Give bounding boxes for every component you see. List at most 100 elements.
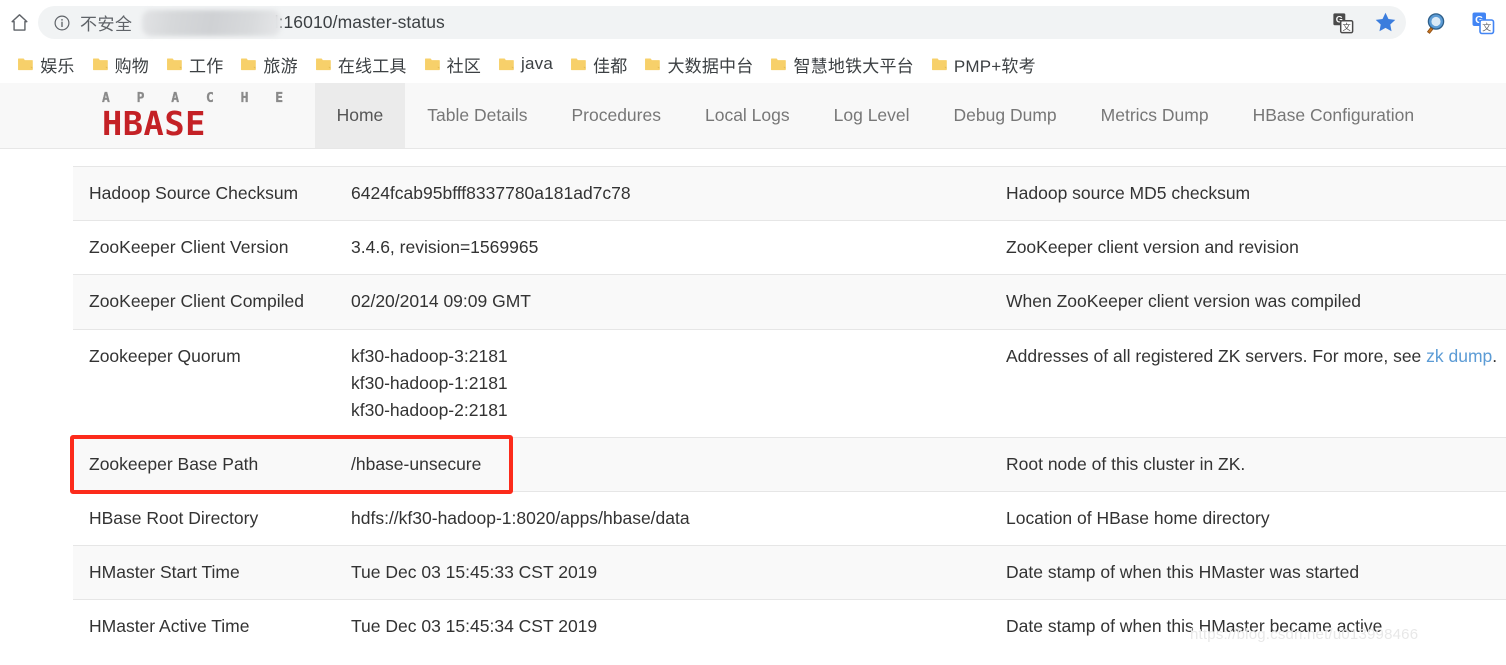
folder-icon xyxy=(499,58,514,71)
attribute-value-line: kf30-hadoop-1:2181 xyxy=(351,372,508,393)
nav-item-debug-dump[interactable]: Debug Dump xyxy=(932,83,1079,148)
bookmark-item[interactable]: 购物 xyxy=(84,49,158,80)
attribute-description: Root node of this cluster in ZK. xyxy=(990,436,1506,492)
home-button[interactable] xyxy=(4,8,34,38)
bookmark-item[interactable]: 大数据中台 xyxy=(636,49,762,80)
folder-icon xyxy=(241,58,257,71)
table-row: HBase Root Directory hdfs://kf30-hadoop-1… xyxy=(73,490,1506,546)
attribute-description: ZooKeeper client version and revision xyxy=(990,220,1506,275)
folder-icon xyxy=(167,58,182,71)
attribute-description: Addresses of all registered ZK servers. … xyxy=(990,328,1506,438)
attributes-table: Hadoop Compiled2014-06-03T23:03Z, kashaW… xyxy=(73,149,1506,654)
attribute-value: 02/20/2014 09:09 GMT xyxy=(335,274,990,329)
hbase-nav-items: Home Table Details Procedures Local Logs Log… xyxy=(314,83,1506,148)
attribute-value: kf30-hadoop-3:2181 kf30-hadoop-1:2181 kf30… xyxy=(335,328,990,438)
bookmark-item[interactable]: java xyxy=(490,51,562,77)
info-circle-icon[interactable] xyxy=(52,13,71,32)
table-row: ZooKeeper Client Version 3.4.6, revision=… xyxy=(73,220,1506,275)
attribute-name: Zookeeper Base Path xyxy=(73,436,335,492)
attribute-description: Date stamp of when this HMaster was star… xyxy=(990,545,1506,600)
zk-dump-link[interactable]: zk dump xyxy=(1426,346,1492,366)
address-bar[interactable]: 不安全 l:16010/master-status G 文 xyxy=(38,6,1406,39)
bookmark-label: java xyxy=(521,54,554,73)
attributes-panel: Hadoop Compiled2014-06-03T23:03Z, kashaW… xyxy=(0,149,1506,665)
attribute-description: Date stamp of when this HMaster became a… xyxy=(990,599,1506,654)
bookmark-item[interactable]: 社区 xyxy=(416,49,490,80)
security-label: 不安全 xyxy=(80,15,133,34)
home-icon xyxy=(10,14,28,31)
table-row: ZooKeeper Client Compiled 02/20/2014 09:0… xyxy=(73,274,1506,329)
attribute-name: Hadoop Compiled xyxy=(73,149,335,167)
bookmark-label: PMP+软考 xyxy=(953,56,1036,76)
folder-icon xyxy=(18,58,33,71)
bookmark-label: 购物 xyxy=(114,56,150,76)
folder-icon xyxy=(645,58,661,71)
folder-icon xyxy=(931,58,947,71)
folder-icon xyxy=(424,58,440,71)
attribute-name: ZooKeeper Client Compiled xyxy=(73,274,335,329)
translate-extension-icon[interactable]: G 文 xyxy=(1470,10,1496,36)
bookmark-label: 工作 xyxy=(189,56,224,76)
attribute-name: Hadoop Source Checksum xyxy=(73,166,335,221)
attribute-value-line: kf30-hadoop-3:2181 xyxy=(351,345,508,366)
attribute-value: 3.4.6, revision=1569965 xyxy=(335,220,990,275)
nav-item-table-details[interactable]: Table Details xyxy=(405,83,549,148)
bookmark-item[interactable]: 娱乐 xyxy=(9,49,83,80)
attribute-value: 6424fcab95bfff8337780a181ad7c78 xyxy=(335,166,990,221)
extension-toolbar: G 文 xyxy=(1424,10,1496,36)
url-text: l:16010/master-status xyxy=(274,12,445,32)
svg-text:文: 文 xyxy=(1482,21,1491,32)
attribute-value: Tue Dec 03 15:45:34 CST 2019 xyxy=(335,599,990,654)
nav-item-local-logs[interactable]: Local Logs xyxy=(683,83,812,148)
nav-item-home[interactable]: Home xyxy=(314,83,406,148)
table-row: Zookeeper Quorum kf30-hadoop-3:2181 kf30-h… xyxy=(73,328,1506,438)
browser-chrome: 不安全 l:16010/master-status G 文 G 文 娱乐 购物 … xyxy=(0,0,1506,83)
nav-item-hbase-configuration[interactable]: HBase Configuration xyxy=(1231,83,1436,148)
bookmark-label: 社区 xyxy=(446,56,482,76)
table-row: HMaster Start Time Tue Dec 03 15:45:33 CS… xyxy=(73,545,1506,600)
attribute-value: 2014-06-03T23:03Z, kasha xyxy=(335,149,990,167)
bookmark-item[interactable]: PMP+软考 xyxy=(923,49,1045,80)
attribute-name: HMaster Active Time xyxy=(73,599,335,654)
bookmark-label: 智慧地铁大平台 xyxy=(793,56,914,76)
attribute-name: ZooKeeper Client Version xyxy=(73,220,335,275)
bookmark-item[interactable]: 活 xyxy=(0,49,9,80)
attribute-description: Location of HBase home directory xyxy=(990,490,1506,546)
bookmark-label: 大数据中台 xyxy=(667,56,754,76)
bookmark-item[interactable]: 在线工具 xyxy=(307,49,416,80)
table-row: Zookeeper Base Path/hbase-unsecure Root n… xyxy=(73,436,1506,492)
bookmark-label: 佳都 xyxy=(593,56,628,76)
translate-icon[interactable]: G 文 xyxy=(1330,10,1356,36)
nav-item-metrics-dump[interactable]: Metrics Dump xyxy=(1079,83,1231,148)
attribute-value: Tue Dec 03 15:45:33 CST 2019 xyxy=(335,545,990,600)
bookmark-item[interactable]: 旅游 xyxy=(232,49,306,80)
attribute-value: hdfs://kf30-hadoop-1:8020/apps/hbase/dat… xyxy=(335,490,990,546)
folder-icon xyxy=(315,58,331,71)
bookmark-label: 娱乐 xyxy=(40,56,75,76)
attribute-description: When Hadoop version was compiled and by … xyxy=(990,149,1506,167)
folder-icon xyxy=(771,58,787,71)
nav-item-log-level[interactable]: Log Level xyxy=(812,83,932,148)
folder-icon xyxy=(92,58,108,71)
omnibox-row: 不安全 l:16010/master-status G 文 G 文 xyxy=(0,0,1506,45)
attribute-name: HBase Root Directory xyxy=(73,490,335,546)
magnifier-extension-icon[interactable] xyxy=(1424,10,1450,36)
star-icon[interactable] xyxy=(1372,10,1398,36)
attribute-value: /hbase-unsecure xyxy=(335,436,990,492)
svg-text:文: 文 xyxy=(1343,21,1351,31)
bookmark-item[interactable]: 智慧地铁大平台 xyxy=(762,49,922,80)
hbase-navbar: A P A C H E HBASE Home Table Details Proce… xyxy=(0,83,1506,149)
bookmark-item[interactable]: 工作 xyxy=(158,49,232,80)
url-display[interactable]: l:16010/master-status xyxy=(141,9,1319,36)
bookmark-label: 在线工具 xyxy=(337,56,407,76)
attribute-description: When ZooKeeper client version was compil… xyxy=(990,274,1506,329)
url-redacted-block xyxy=(141,9,281,36)
table-row: Hadoop Compiled2014-06-03T23:03Z, kashaW… xyxy=(73,149,1506,167)
bookmark-item[interactable]: 佳都 xyxy=(562,49,636,80)
logo-hbase-text: HBASE xyxy=(102,103,206,143)
hbase-logo[interactable]: A P A C H E HBASE xyxy=(68,83,315,148)
nav-item-procedures[interactable]: Procedures xyxy=(549,83,683,148)
table-row: HMaster Active Time Tue Dec 03 15:45:34 C… xyxy=(73,599,1506,654)
attribute-description: Hadoop source MD5 checksum xyxy=(990,166,1506,221)
attribute-value-line: kf30-hadoop-2:2181 xyxy=(351,399,508,420)
